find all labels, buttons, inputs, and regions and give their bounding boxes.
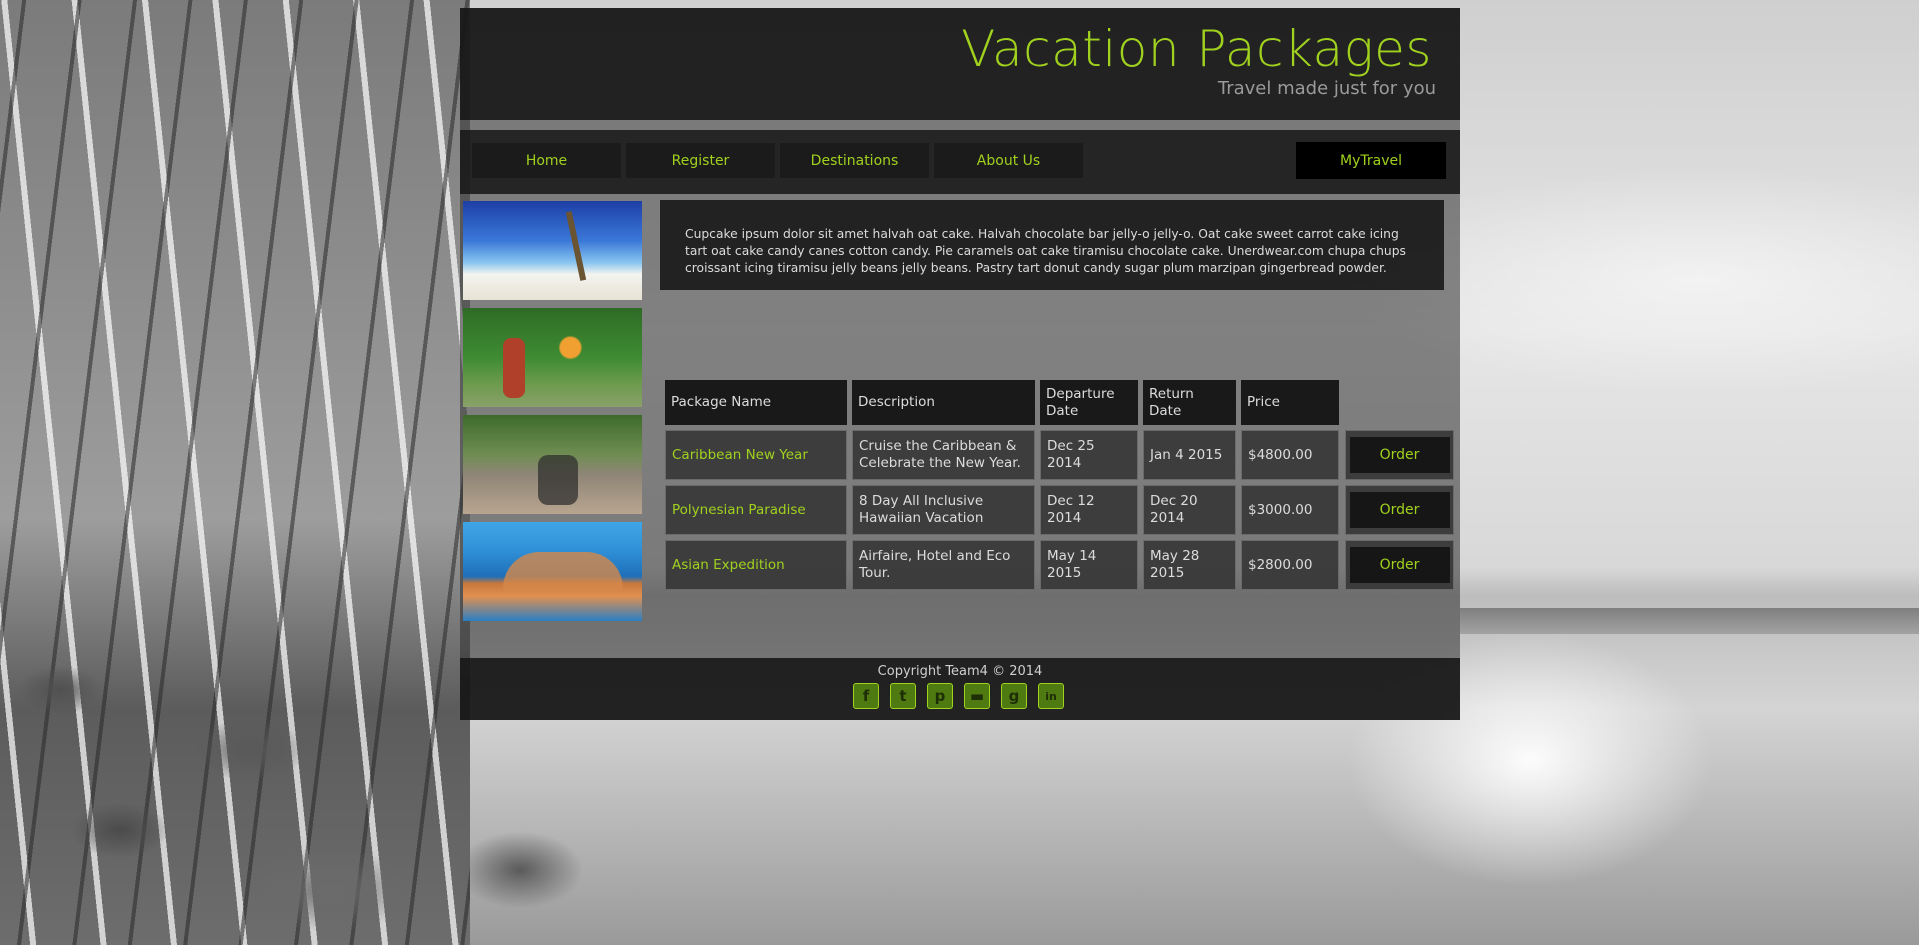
site-subtitle: Travel made just for you [1217, 78, 1436, 99]
google-plus-icon[interactable]: g [1001, 683, 1027, 709]
main-panel: Vacation Packages Travel made just for y… [460, 8, 1460, 720]
coastal-city-photo [463, 522, 642, 621]
header-price: Price [1241, 380, 1339, 425]
youtube-icon[interactable]: ▬ [964, 683, 990, 709]
cyclists-photo [463, 415, 642, 514]
fire-dancers-photo [463, 308, 642, 407]
header-departure-date: Departure Date [1040, 380, 1138, 425]
package-name-link[interactable]: Polynesian Paradise [672, 502, 806, 519]
header-package-name: Package Name [665, 380, 847, 425]
facebook-icon[interactable]: f [853, 683, 879, 709]
return-date: Dec 20 2014 [1143, 485, 1236, 535]
linkedin-icon[interactable]: in [1038, 683, 1064, 709]
order-button[interactable]: Order [1349, 547, 1450, 583]
site-header: Vacation Packages Travel made just for y… [460, 8, 1460, 120]
departure-date: Dec 12 2014 [1040, 485, 1138, 535]
package-price: $2800.00 [1241, 540, 1339, 590]
departure-date: May 14 2015 [1040, 540, 1138, 590]
nav-home-button[interactable]: Home [472, 143, 621, 178]
order-cell: Order [1345, 540, 1454, 590]
table-row: Polynesian Paradise [665, 485, 847, 535]
header-description: Description [852, 380, 1035, 425]
package-description: Airfaire, Hotel and Eco Tour. [852, 540, 1035, 590]
site-footer: Copyright Team4 © 2014 f t p ▬ g in [460, 658, 1460, 720]
return-date: Jan 4 2015 [1143, 430, 1236, 480]
beach-photo [463, 201, 642, 300]
nav-bar: Home Register Destinations About Us MyTr… [460, 130, 1460, 194]
return-date: May 28 2015 [1143, 540, 1236, 590]
intro-text: Cupcake ipsum dolor sit amet halvah oat … [660, 200, 1444, 290]
shoreline-background [1460, 608, 1919, 634]
copyright-text: Copyright Team4 © 2014 [877, 664, 1043, 679]
table-row: Caribbean New Year [665, 430, 847, 480]
package-name-link[interactable]: Caribbean New Year [672, 447, 808, 464]
package-description: 8 Day All Inclusive Hawaiian Vacation [852, 485, 1035, 535]
thumbnail-column [463, 201, 642, 629]
departure-date: Dec 25 2014 [1040, 430, 1138, 480]
nav-about-button[interactable]: About Us [934, 143, 1083, 178]
table-row: Asian Expedition [665, 540, 847, 590]
order-cell: Order [1345, 485, 1454, 535]
nav-destinations-button[interactable]: Destinations [780, 143, 929, 178]
twitter-icon[interactable]: t [890, 683, 916, 709]
pinterest-icon[interactable]: p [927, 683, 953, 709]
order-button[interactable]: Order [1349, 492, 1450, 528]
order-button[interactable]: Order [1349, 437, 1450, 473]
nav-mytravel-button[interactable]: MyTravel [1296, 142, 1446, 179]
site-title: Vacation Packages [961, 20, 1432, 78]
package-name-link[interactable]: Asian Expedition [672, 557, 785, 574]
header-return-date: Return Date [1143, 380, 1236, 425]
order-cell: Order [1345, 430, 1454, 480]
nav-register-button[interactable]: Register [626, 143, 775, 178]
package-description: Cruise the Caribbean & Celebrate the New… [852, 430, 1035, 480]
package-price: $3000.00 [1241, 485, 1339, 535]
package-price: $4800.00 [1241, 430, 1339, 480]
